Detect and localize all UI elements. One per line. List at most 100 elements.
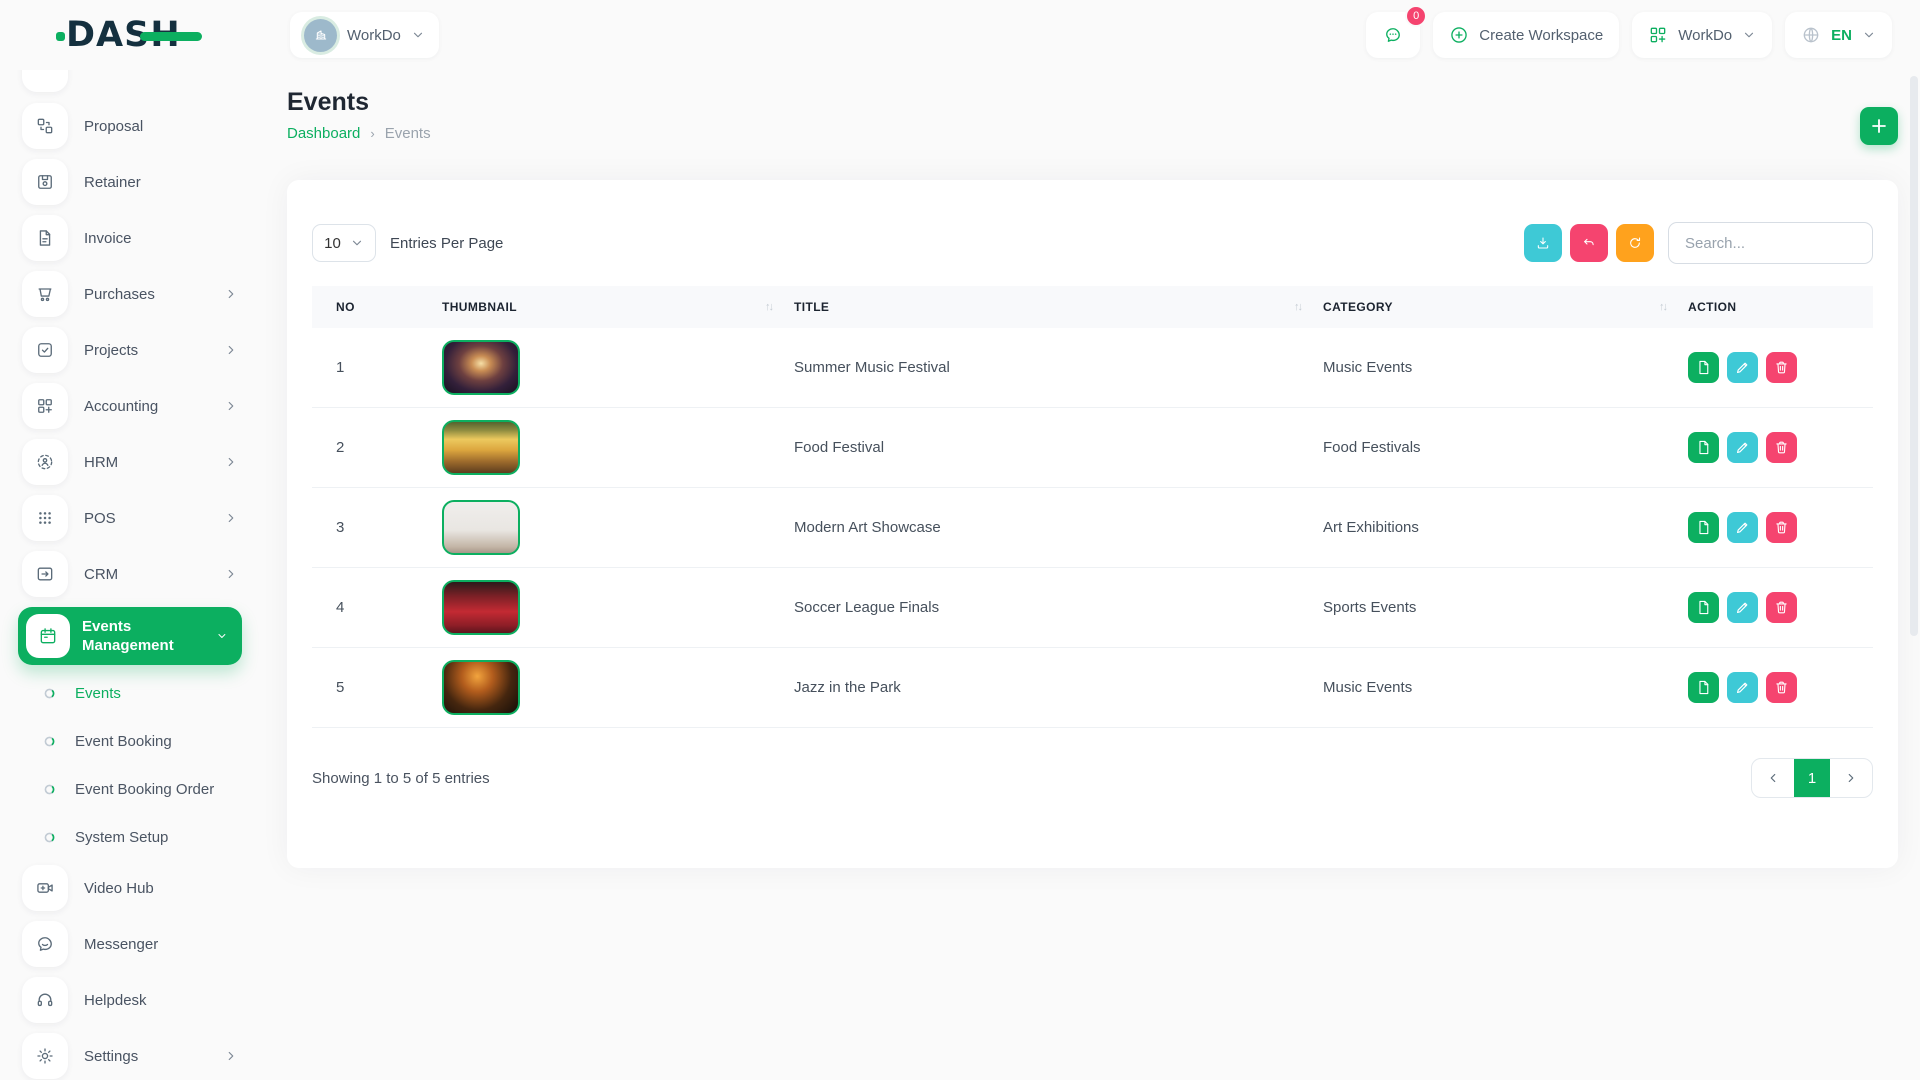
event-category: Sports Events xyxy=(1323,599,1688,616)
sidebar-item-settings[interactable]: Settings xyxy=(22,1033,268,1079)
breadcrumb-current: Events xyxy=(385,125,431,142)
edit-button[interactable] xyxy=(1727,352,1758,383)
reset-button[interactable] xyxy=(1570,224,1608,262)
pencil-icon xyxy=(1734,359,1751,376)
sort-icon[interactable]: ↑↓ xyxy=(765,301,794,313)
sidebar-item-messenger[interactable]: Messenger xyxy=(22,921,268,967)
event-category: Art Exhibitions xyxy=(1323,519,1688,536)
delete-button[interactable] xyxy=(1766,592,1797,623)
sidebar-item-hrm[interactable]: HRM xyxy=(22,439,268,485)
sidebar-item-proposal[interactable]: Proposal xyxy=(22,103,268,149)
column-header-thumbnail[interactable]: THUMBNAIL ↑↓ xyxy=(442,300,794,314)
sidebar-item-helpdesk[interactable]: Helpdesk xyxy=(22,977,268,1023)
edit-button[interactable] xyxy=(1727,432,1758,463)
create-workspace-label: Create Workspace xyxy=(1479,27,1603,44)
column-header-title[interactable]: TITLE ↑↓ xyxy=(794,300,1323,314)
view-button[interactable] xyxy=(1688,352,1719,383)
pencil-icon xyxy=(1734,599,1751,616)
sidebar-subitem-event-booking[interactable]: Event Booking xyxy=(22,719,268,763)
purchases-icon xyxy=(22,271,68,317)
table-header-row: NO THUMBNAIL ↑↓ TITLE ↑↓ CATEGORY ↑↓ ACT… xyxy=(312,286,1873,328)
chevron-right-icon xyxy=(1844,771,1858,785)
chevron-right-icon xyxy=(224,455,238,469)
sidebar-item-pos[interactable]: POS xyxy=(22,495,268,541)
logo-accent-dot xyxy=(56,32,65,41)
event-category: Music Events xyxy=(1323,359,1688,376)
add-event-button[interactable] xyxy=(1860,107,1898,145)
breadcrumb-dashboard-link[interactable]: Dashboard xyxy=(287,125,360,142)
sort-icon[interactable]: ↑↓ xyxy=(1294,301,1323,313)
previous-page-button[interactable] xyxy=(1752,759,1794,797)
column-header-category[interactable]: CATEGORY ↑↓ xyxy=(1323,300,1688,314)
sidebar-subitem-event-booking-order[interactable]: Event Booking Order xyxy=(22,767,268,811)
sidebar-item-video-hub[interactable]: Video Hub xyxy=(22,865,268,911)
delete-button[interactable] xyxy=(1766,672,1797,703)
thumbnail-image xyxy=(442,580,520,635)
page-number-button[interactable]: 1 xyxy=(1794,759,1830,797)
chevron-down-icon xyxy=(1742,28,1756,42)
messages-button[interactable]: 0 xyxy=(1366,12,1420,58)
topbar-actions: 0 Create Workspace WorkDo EN xyxy=(1366,12,1892,58)
plus-icon xyxy=(1868,115,1890,137)
workspace-selector[interactable]: WorkDo xyxy=(290,12,439,58)
main-content: Events Dashboard › Events 10 Entries Per… xyxy=(287,70,1898,1080)
delete-button[interactable] xyxy=(1766,512,1797,543)
clipped-icon-box xyxy=(22,70,68,92)
pos-icon xyxy=(22,495,68,541)
invoice-icon xyxy=(22,215,68,261)
sidebar-item-purchases[interactable]: Purchases xyxy=(22,271,268,317)
video-icon xyxy=(22,865,68,911)
table-row: 3 Modern Art Showcase Art Exhibitions xyxy=(312,488,1873,568)
row-number: 1 xyxy=(312,359,442,376)
chevron-right-icon xyxy=(224,287,238,301)
sidebar-subitem-system-setup[interactable]: System Setup xyxy=(22,815,268,859)
next-page-button[interactable] xyxy=(1830,759,1872,797)
event-title: Jazz in the Park xyxy=(794,679,1323,696)
edit-button[interactable] xyxy=(1727,592,1758,623)
chevron-left-icon xyxy=(1766,771,1780,785)
sidebar-item-accounting[interactable]: Accounting xyxy=(22,383,268,429)
table-row: 1 Summer Music Festival Music Events xyxy=(312,328,1873,408)
sidebar-item-events-management[interactable]: Events Management xyxy=(18,607,242,665)
pencil-icon xyxy=(1734,679,1751,696)
app-switcher-button[interactable]: WorkDo xyxy=(1632,12,1772,58)
thumbnail-image xyxy=(442,500,520,555)
event-title: Food Festival xyxy=(794,439,1323,456)
delete-button[interactable] xyxy=(1766,352,1797,383)
create-workspace-button[interactable]: Create Workspace xyxy=(1433,12,1619,58)
view-button[interactable] xyxy=(1688,672,1719,703)
sort-icon[interactable]: ↑↓ xyxy=(1659,301,1688,313)
entries-summary: Showing 1 to 5 of 5 entries xyxy=(312,770,490,787)
sidebar-item-crm[interactable]: CRM xyxy=(22,551,268,597)
chevron-down-icon xyxy=(1862,28,1876,42)
sidebar-item-projects[interactable]: Projects xyxy=(22,327,268,373)
edit-button[interactable] xyxy=(1727,512,1758,543)
table-row: 2 Food Festival Food Festivals xyxy=(312,408,1873,488)
thumbnail-image xyxy=(442,660,520,715)
plus-circle-icon xyxy=(1449,25,1469,45)
trash-icon xyxy=(1773,679,1790,696)
table-toolbar-right xyxy=(1516,222,1873,264)
page-scrollbar[interactable] xyxy=(1910,76,1918,636)
topbar: DASH WorkDo 0 Create Workspace WorkDo xyxy=(0,0,1920,70)
delete-button[interactable] xyxy=(1766,432,1797,463)
event-title: Summer Music Festival xyxy=(794,359,1323,376)
view-button[interactable] xyxy=(1688,432,1719,463)
refresh-button[interactable] xyxy=(1616,224,1654,262)
row-actions xyxy=(1688,592,1873,623)
app-logo[interactable]: DASH xyxy=(66,13,216,57)
sidebar-item-retainer[interactable]: Retainer xyxy=(22,159,268,205)
edit-button[interactable] xyxy=(1727,672,1758,703)
view-button[interactable] xyxy=(1688,592,1719,623)
entries-per-page-select[interactable]: 10 xyxy=(312,224,376,262)
sidebar-subitem-events[interactable]: Events xyxy=(22,671,268,715)
search-input[interactable] xyxy=(1668,222,1873,264)
breadcrumb-separator: › xyxy=(370,126,374,141)
events-table-card: 10 Entries Per Page NO xyxy=(287,180,1898,868)
export-button[interactable] xyxy=(1524,224,1562,262)
download-icon xyxy=(1535,235,1551,251)
language-selector[interactable]: EN xyxy=(1785,12,1892,58)
sidebar-item-clipped[interactable] xyxy=(22,70,268,92)
view-button[interactable] xyxy=(1688,512,1719,543)
sidebar-item-invoice[interactable]: Invoice xyxy=(22,215,268,261)
